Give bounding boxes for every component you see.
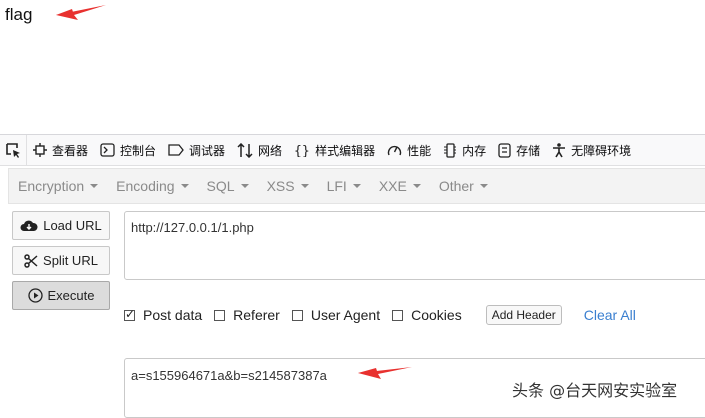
option-label: Cookies (411, 307, 462, 323)
split-url-button[interactable]: Split URL (12, 246, 110, 275)
caret-down-icon (90, 184, 99, 188)
caret-down-icon (479, 184, 488, 188)
tab-console[interactable]: 控制台 (94, 135, 162, 165)
play-circle-icon (27, 288, 43, 303)
menu-other[interactable]: Other (430, 178, 497, 194)
tab-label: 性能 (407, 143, 432, 158)
option-label: User Agent (310, 307, 381, 323)
cookies-checkbox[interactable]: Cookies (392, 307, 462, 323)
execute-button[interactable]: Execute (12, 281, 110, 310)
caret-down-icon (180, 184, 189, 188)
referer-checkbox[interactable]: Referer (214, 307, 280, 323)
svg-text:{}: {} (294, 144, 310, 157)
annotation-arrow-icon (358, 367, 412, 379)
tab-label: 样式编辑器 (315, 143, 376, 158)
devtools-toolbar: 查看器 控制台 调试器 网络 {} 样式编辑器 性能 内存 存储 无障碍环境 (0, 134, 705, 166)
menu-label: LFI (326, 178, 347, 194)
menu-label: Encoding (116, 178, 175, 194)
tab-label: 存储 (516, 143, 541, 158)
menu-xxe[interactable]: XXE (370, 178, 430, 194)
cloud-download-icon (20, 220, 38, 231)
checkbox-icon (392, 309, 404, 321)
inspector-icon (33, 143, 47, 157)
url-textarea[interactable]: http://127.0.0.1/1.php (124, 211, 705, 280)
accessibility-icon (553, 142, 566, 157)
tab-inspector[interactable]: 查看器 (27, 135, 94, 165)
performance-icon (387, 145, 402, 156)
page-output-text: flag (5, 5, 33, 24)
checkbox-checked-icon (124, 307, 135, 321)
annotation-arrow-icon (56, 5, 106, 20)
style-editor-icon: {} (294, 144, 310, 157)
checkbox-icon (214, 309, 226, 321)
tab-label: 网络 (258, 143, 283, 158)
button-label: Split URL (43, 253, 98, 268)
add-header-button[interactable]: Add Header (485, 305, 562, 325)
tab-memory[interactable]: 内存 (437, 135, 492, 165)
tab-label: 调试器 (189, 143, 226, 158)
button-label: Execute (47, 288, 95, 303)
tab-label: 无障碍环境 (571, 143, 632, 158)
console-icon (100, 143, 115, 157)
caret-down-icon (300, 184, 309, 188)
clear-all-link[interactable]: Clear All (584, 307, 636, 323)
menu-xss[interactable]: XSS (258, 178, 318, 194)
checkbox-icon (291, 309, 303, 321)
page-content: flag (0, 0, 705, 134)
option-label: Referer (233, 307, 280, 323)
tab-performance[interactable]: 性能 (381, 135, 437, 165)
scissors-icon (24, 253, 38, 268)
user-agent-checkbox[interactable]: User Agent (291, 307, 381, 323)
memory-icon (444, 142, 457, 158)
post-data-checkbox[interactable]: Post data (124, 307, 202, 323)
menu-label: Encryption (18, 178, 85, 194)
button-label: Load URL (43, 218, 102, 233)
caret-down-icon (412, 184, 421, 188)
tab-storage[interactable]: 存储 (492, 135, 546, 165)
tab-accessibility[interactable]: 无障碍环境 (546, 135, 637, 165)
debugger-icon (168, 144, 184, 156)
tab-style-editor[interactable]: {} 样式编辑器 (288, 135, 381, 165)
option-label: Post data (143, 307, 203, 323)
url-value: http://127.0.0.1/1.php (131, 220, 254, 235)
element-picker-button[interactable] (0, 135, 27, 165)
storage-icon (498, 142, 511, 158)
tab-label: 查看器 (52, 143, 89, 158)
menu-sql[interactable]: SQL (198, 178, 258, 194)
tab-network[interactable]: 网络 (231, 135, 288, 165)
menu-lfi[interactable]: LFI (318, 178, 370, 194)
post-data-value: a=s155964671a&b=s214587387a (131, 368, 327, 383)
load-url-button[interactable]: Load URL (12, 211, 110, 240)
hackbar-menu: Encryption Encoding SQL XSS LFI XXE Othe… (8, 168, 705, 204)
menu-label: Other (438, 178, 474, 194)
caret-down-icon (352, 184, 361, 188)
menu-encoding[interactable]: Encoding (107, 178, 197, 194)
menu-label: XSS (266, 178, 295, 194)
tab-label: 内存 (462, 143, 487, 158)
caret-down-icon (240, 184, 249, 188)
menu-label: SQL (206, 178, 235, 194)
watermark-text: 头条 @台天网安实验室 (512, 381, 678, 400)
element-picker-icon (6, 143, 20, 158)
tab-label: 控制台 (120, 143, 157, 158)
network-icon (237, 142, 253, 158)
tab-debugger[interactable]: 调试器 (162, 135, 231, 165)
menu-label: XXE (378, 178, 407, 194)
menu-encryption[interactable]: Encryption (9, 178, 107, 194)
options-row: Post data Referer User Agent Cookies Add… (124, 305, 636, 325)
